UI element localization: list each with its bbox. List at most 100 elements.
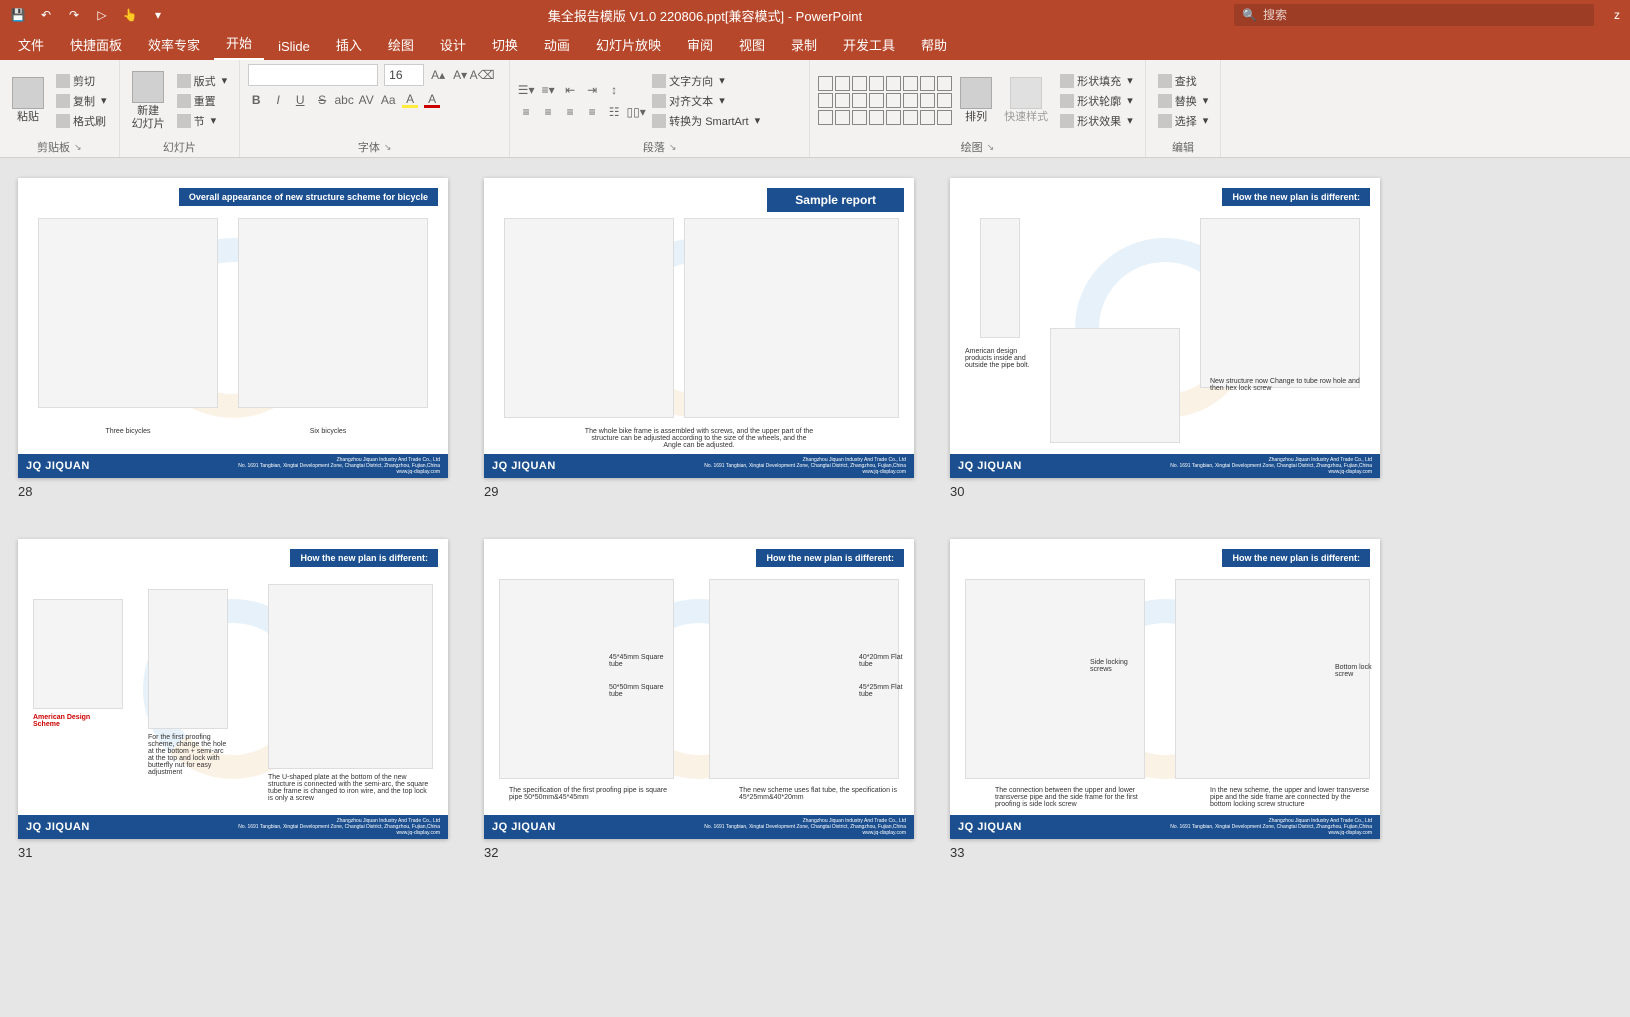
user-badge[interactable]: z: [1614, 8, 1630, 22]
touch-mode-icon[interactable]: 👆: [122, 7, 138, 23]
cut-button[interactable]: 剪切: [52, 72, 111, 90]
tab-file[interactable]: 文件: [6, 29, 56, 60]
change-case-button[interactable]: Aa: [380, 92, 396, 108]
highlight-color-button[interactable]: A: [402, 92, 418, 108]
slide-thumbnail[interactable]: How the new plan is different: Side lock…: [950, 539, 1380, 839]
align-center-icon[interactable]: ≡: [540, 104, 556, 120]
increase-font-icon[interactable]: A▴: [430, 67, 446, 83]
slide-caption: Three bicycles: [78, 428, 178, 435]
search-box[interactable]: 🔍: [1234, 4, 1594, 26]
tab-devtools[interactable]: 开发工具: [831, 29, 907, 60]
tab-quick-panel[interactable]: 快捷面板: [58, 29, 134, 60]
slide-thumbnail[interactable]: How the new plan is different: American …: [18, 539, 448, 839]
scissors-icon: [56, 74, 70, 88]
strike-button[interactable]: S: [314, 92, 330, 108]
slide-title-tag: Overall appearance of new structure sche…: [179, 188, 438, 206]
find-button[interactable]: 查找: [1154, 72, 1213, 90]
align-right-icon[interactable]: ≡: [562, 104, 578, 120]
clear-format-icon[interactable]: A⌫: [474, 67, 490, 83]
slide-thumbnail[interactable]: How the new plan is different: 45*45mm S…: [484, 539, 914, 839]
line-spacing-icon[interactable]: ↕: [606, 82, 622, 98]
font-launcher-icon[interactable]: ↘: [384, 142, 392, 153]
group-clipboard-label: 剪贴板: [37, 139, 70, 155]
tab-insert[interactable]: 插入: [324, 29, 374, 60]
tab-animations[interactable]: 动画: [532, 29, 582, 60]
distribute-icon[interactable]: ☷: [606, 104, 622, 120]
group-font: A▴ A▾ A⌫ B I U S abc AV Aa A A 字体↘: [240, 60, 510, 157]
reset-icon: [177, 94, 191, 108]
quick-styles-button[interactable]: 快速样式: [1000, 75, 1052, 125]
select-button[interactable]: 选择 ▾: [1154, 112, 1213, 130]
slide-footer: JQ JIQUAN Zhangzhou Jiquan Industry And …: [484, 815, 914, 839]
redo-icon[interactable]: ↷: [66, 7, 82, 23]
text-direction-button[interactable]: 文字方向 ▾: [648, 72, 764, 90]
tab-review[interactable]: 审阅: [675, 29, 725, 60]
tab-efficiency[interactable]: 效率专家: [136, 29, 212, 60]
qat-more-icon[interactable]: ▾: [150, 7, 166, 23]
decrease-font-icon[interactable]: A▾: [452, 67, 468, 83]
shadow-button[interactable]: abc: [336, 92, 352, 108]
replace-button[interactable]: 替换 ▾: [1154, 92, 1213, 110]
slideshow-start-icon[interactable]: ▷: [94, 7, 110, 23]
slide-caption: The U-shaped plate at the bottom of the …: [268, 774, 433, 802]
slide-image: [238, 218, 428, 408]
search-input[interactable]: [1263, 8, 1586, 22]
bold-button[interactable]: B: [248, 92, 264, 108]
shape-outline-button[interactable]: 形状轮廓 ▾: [1056, 92, 1137, 110]
underline-button[interactable]: U: [292, 92, 308, 108]
increase-indent-icon[interactable]: ⇥: [584, 82, 600, 98]
font-name-combo[interactable]: [248, 64, 378, 86]
tab-view[interactable]: 视图: [727, 29, 777, 60]
layout-button[interactable]: 版式 ▾: [173, 72, 232, 90]
font-color-button[interactable]: A: [424, 92, 440, 108]
tab-draw[interactable]: 绘图: [376, 29, 426, 60]
format-painter-button[interactable]: 格式刷: [52, 112, 111, 130]
slide-thumbnail[interactable]: How the new plan is different: American …: [950, 178, 1380, 478]
paragraph-launcher-icon[interactable]: ↘: [669, 142, 677, 153]
columns-icon[interactable]: ▯▯▾: [628, 104, 644, 120]
align-left-icon[interactable]: ≡: [518, 104, 534, 120]
window-title: 集全报告模版 V1.0 220806.ppt[兼容模式] - PowerPoin…: [176, 6, 1234, 25]
tab-home[interactable]: 开始: [214, 27, 264, 60]
italic-button[interactable]: I: [270, 92, 286, 108]
shape-effects-button[interactable]: 形状效果 ▾: [1056, 112, 1137, 130]
slide-thumbnail[interactable]: Overall appearance of new structure sche…: [18, 178, 448, 478]
align-text-button[interactable]: 对齐文本 ▾: [648, 92, 764, 110]
char-spacing-button[interactable]: AV: [358, 92, 374, 108]
numbering-icon[interactable]: ≡▾: [540, 82, 556, 98]
tab-transitions[interactable]: 切换: [480, 29, 530, 60]
slide-image: [148, 589, 228, 729]
decrease-indent-icon[interactable]: ⇤: [562, 82, 578, 98]
paste-button[interactable]: 粘贴: [8, 75, 48, 125]
text-direction-icon: [652, 74, 666, 88]
group-drawing-label: 绘图: [961, 139, 983, 155]
slide-number: 32: [484, 845, 914, 860]
drawing-launcher-icon[interactable]: ↘: [987, 142, 995, 153]
clipboard-launcher-icon[interactable]: ↘: [74, 142, 82, 153]
font-size-combo[interactable]: [384, 64, 424, 86]
tab-design[interactable]: 设计: [428, 29, 478, 60]
tab-help[interactable]: 帮助: [909, 29, 959, 60]
arrange-button[interactable]: 排列: [956, 75, 996, 125]
shapes-gallery[interactable]: [818, 76, 952, 125]
quick-styles-icon: [1010, 77, 1042, 109]
group-slides: 新建 幻灯片 版式 ▾ 重置 节 ▾ 幻灯片: [120, 60, 241, 157]
tab-islide[interactable]: iSlide: [266, 33, 322, 60]
undo-icon[interactable]: ↶: [38, 7, 54, 23]
reset-button[interactable]: 重置: [173, 92, 232, 110]
slide-thumbnail[interactable]: Sample report The whole bike frame is as…: [484, 178, 914, 478]
tab-slideshow[interactable]: 幻灯片放映: [584, 29, 673, 60]
new-slide-button[interactable]: 新建 幻灯片: [128, 69, 169, 131]
justify-icon[interactable]: ≡: [584, 104, 600, 120]
bullets-icon[interactable]: ☰▾: [518, 82, 534, 98]
copy-button[interactable]: 复制 ▾: [52, 92, 111, 110]
shape-fill-button[interactable]: 形状填充 ▾: [1056, 72, 1137, 90]
smartart-button[interactable]: 转换为 SmartArt ▾: [648, 112, 764, 130]
section-button[interactable]: 节 ▾: [173, 112, 232, 130]
tab-record[interactable]: 录制: [779, 29, 829, 60]
fill-icon: [1060, 74, 1074, 88]
group-clipboard: 粘贴 剪切 复制 ▾ 格式刷 剪贴板 ↘: [0, 60, 120, 157]
replace-icon: [1158, 94, 1172, 108]
slide-sorter-view[interactable]: Overall appearance of new structure sche…: [0, 158, 1630, 1017]
save-icon[interactable]: 💾: [10, 7, 26, 23]
